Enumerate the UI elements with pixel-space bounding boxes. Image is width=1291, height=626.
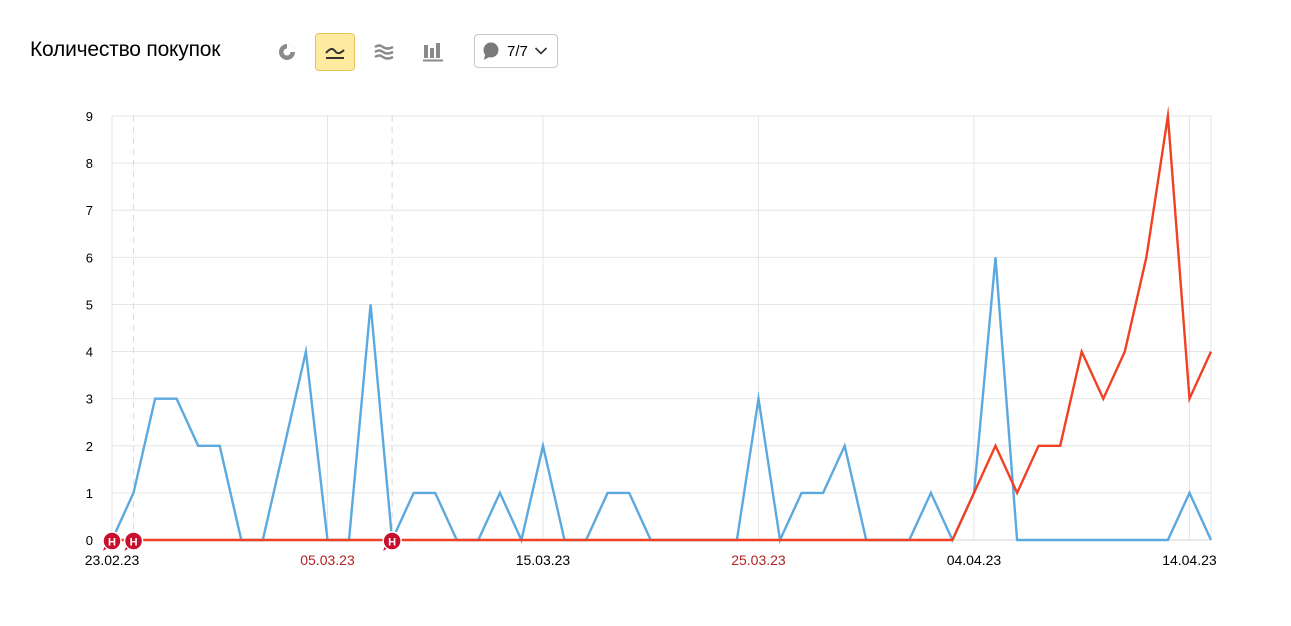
area-chart-icon — [374, 44, 394, 60]
x-tick-label: 14.04.23 — [1162, 552, 1217, 568]
y-tick-label: 0 — [86, 533, 93, 548]
x-tick-label: 23.02.23 — [85, 552, 140, 568]
y-tick-label: 6 — [86, 250, 93, 265]
x-tick-label: 15.03.23 — [516, 552, 571, 568]
y-tick-label: 4 — [86, 345, 93, 360]
line-chart-icon — [325, 47, 345, 59]
note-marker-label: Н — [388, 537, 396, 549]
pie-chart-icon — [279, 44, 295, 60]
comment-icon — [483, 42, 499, 60]
x-tick-label: 04.04.23 — [947, 552, 1002, 568]
x-tick-label: 05.03.23 — [300, 552, 355, 568]
bar-chart-button[interactable] — [413, 33, 453, 71]
pie-chart-button[interactable] — [267, 33, 307, 71]
chevron-down-icon — [534, 47, 547, 55]
chart-title: Количество покупок — [30, 38, 221, 61]
note-marker-tail — [383, 545, 390, 551]
y-tick-label: 5 — [86, 297, 93, 312]
series-line-1 — [110, 257, 1213, 545]
note-marker-tail — [103, 545, 109, 551]
note-marker: Н — [102, 531, 122, 551]
line-chart: 0 1 2 3 4 5 6 7 8 9 23.02.23 05.03.23 15.03.23 25.03.… — [85, 105, 1217, 568]
note-marker-badge — [102, 531, 122, 551]
y-tick-label: 2 — [86, 439, 93, 454]
x-tick-label: 25.03.23 — [731, 552, 786, 568]
note-marker-label: Н — [108, 537, 116, 549]
y-tick-label: 7 — [86, 203, 93, 218]
y-tick-label: 8 — [86, 156, 93, 171]
note-marker: Н — [123, 531, 144, 551]
bar-chart-icon — [423, 43, 443, 62]
note-marker-label: Н — [130, 537, 138, 549]
y-tick-label: 3 — [86, 392, 93, 407]
y-tick-label: 1 — [86, 486, 93, 501]
line-chart-button[interactable] — [315, 33, 355, 71]
y-tick-label: 9 — [86, 109, 93, 124]
notes-count: 7/7 — [507, 42, 528, 60]
series-line-2 — [112, 105, 1213, 542]
notes-dropdown-button[interactable]: 7/7 — [474, 34, 558, 68]
note-marker: Н — [382, 531, 402, 551]
note-marker-badge — [382, 531, 402, 551]
note-marker-badge — [123, 531, 144, 551]
area-chart-button[interactable] — [364, 33, 404, 71]
note-marker-tail — [124, 545, 131, 551]
